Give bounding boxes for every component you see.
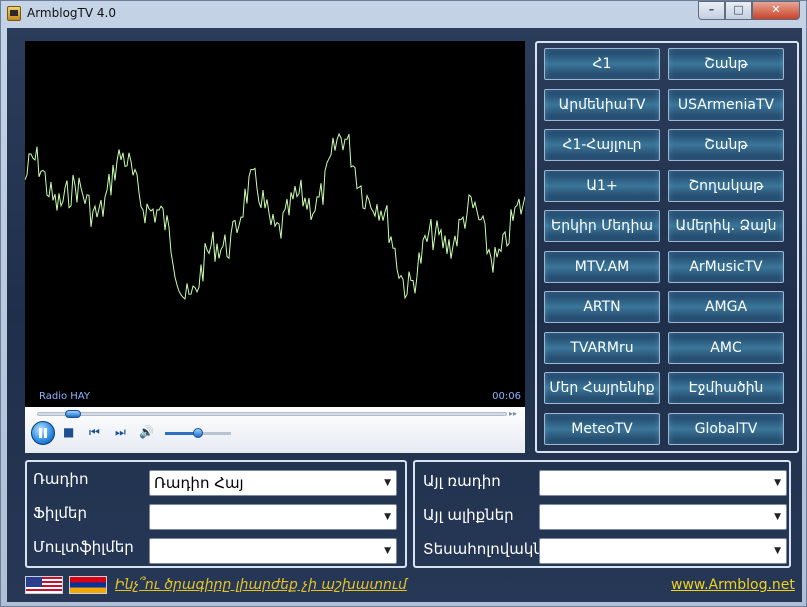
cartoons-dropdown[interactable]: ▼ [149,538,397,564]
app-window: ArmblogTV 4.0 – □ ✕ Radio HAY 00:06 ◂◂ ▸… [0,0,807,607]
video-clips-dropdown[interactable]: ▼ [539,538,787,564]
pause-button[interactable] [31,421,55,445]
waveform-line [25,132,525,300]
elapsed-time: 00:06 [492,391,521,402]
other-waves-label: Այլ ալիքներ [423,506,514,524]
window-title: ArmblogTV 4.0 [27,6,116,20]
channel-button[interactable]: MTV.AM [544,250,660,283]
seek-handle[interactable] [65,410,82,418]
films-label: Ֆիլմեր [33,504,87,522]
radio-label: Ռադիո [33,470,89,488]
volume-handle[interactable] [193,428,203,438]
channel-button[interactable]: ԱրմենիաTV [544,88,660,121]
channel-button[interactable]: Շողակաթ [668,169,784,202]
channel-button[interactable]: MeteoTV [544,412,660,445]
seek-forward-icon[interactable]: ▸▸ [509,409,517,418]
stop-icon[interactable]: ■ [63,426,74,438]
audio-visualization [25,132,525,300]
channel-button[interactable]: Շանթ [668,129,784,161]
channel-button[interactable]: Ա1+ [544,169,660,202]
films-dropdown[interactable]: ▼ [149,504,397,530]
channel-button[interactable]: Շանթ [668,48,784,80]
channel-button[interactable]: AMGA [668,291,784,323]
channel-button[interactable]: Ամերիկ. Ձայն [668,210,784,242]
website-link[interactable]: www.Armblog.net [671,577,795,593]
close-icon: ✕ [771,3,781,16]
minimize-icon: – [708,3,715,16]
seek-bar[interactable] [37,412,507,416]
help-link[interactable]: Ինչ՞ու ծրագիրը լիարժեք չի աշխատում [115,577,407,593]
media-player[interactable]: Radio HAY 00:06 ◂◂ ▸▸ ■ ⏮ ⏭ 🔊 [25,41,525,453]
title-bar: ArmblogTV 4.0 – □ ✕ [1,1,806,27]
channel-button[interactable]: Մեր Հայրենիք [544,372,660,404]
channel-button[interactable]: ArMusicTV [668,250,784,283]
other-radio-dropdown[interactable]: ▼ [539,470,787,496]
chevron-down-icon: ▼ [774,478,781,488]
other-media-panel: Այլ ռադիո ▼ Այլ ալիքներ ▼ Տեսահոլովակներ… [413,460,791,568]
chevron-down-icon: ▼ [384,478,391,488]
chevron-down-icon: ▼ [774,512,781,522]
channel-button[interactable]: Հ1-Հայլուր [544,129,660,161]
channel-button[interactable]: Երկիր Մեդիա [544,210,660,242]
chevron-down-icon: ▼ [384,546,391,556]
minimize-button[interactable]: – [698,1,725,20]
channel-button[interactable]: USArmeniaTV [668,88,784,121]
maximize-button[interactable]: □ [725,1,752,20]
close-button[interactable]: ✕ [752,1,800,20]
channel-button[interactable]: AMC [668,331,784,364]
cartoons-label: Մուլտֆիլմեր [33,538,134,556]
volume-icon[interactable]: 🔊 [139,426,154,438]
english-flag-icon[interactable] [25,576,63,594]
next-icon[interactable]: ⏭ [115,426,126,438]
channel-button[interactable]: ARTN [544,291,660,323]
channel-button[interactable]: Հ1 [544,48,660,80]
maximize-icon: □ [733,3,744,16]
channel-button[interactable]: Էջմիածին [668,372,784,404]
media-select-panel: Ռադիո Ռադիո Հայ ▼ Ֆիլմեր ▼ Մուլտֆիլմեր ▼ [25,460,407,568]
previous-icon[interactable]: ⏮ [89,426,100,438]
player-controls: ◂◂ ▸▸ ■ ⏮ ⏭ 🔊 [25,407,525,453]
chevron-down-icon: ▼ [384,512,391,522]
other-radio-label: Այլ ռադիո [423,472,501,490]
now-playing-station: Radio HAY [39,391,90,402]
chevron-down-icon: ▼ [774,546,781,556]
armenian-flag-icon[interactable] [69,576,107,594]
client-area: Radio HAY 00:06 ◂◂ ▸▸ ■ ⏮ ⏭ 🔊 Հ1ՇանթԱրմե… [7,28,802,602]
radio-dropdown[interactable]: Ռադիո Հայ ▼ [149,470,397,496]
channel-button[interactable]: GlobalTV [668,412,784,445]
channel-button[interactable]: TVARMru [544,331,660,364]
channel-list: Հ1 Շանթ ԱրմենիաTV USArmeniaTV Հ1-Հայլուր Շանթ… [535,41,799,453]
other-waves-dropdown[interactable]: ▼ [539,504,787,530]
app-tv-icon [7,6,21,21]
radio-selected-value: Ռադիո Հայ [154,474,244,492]
